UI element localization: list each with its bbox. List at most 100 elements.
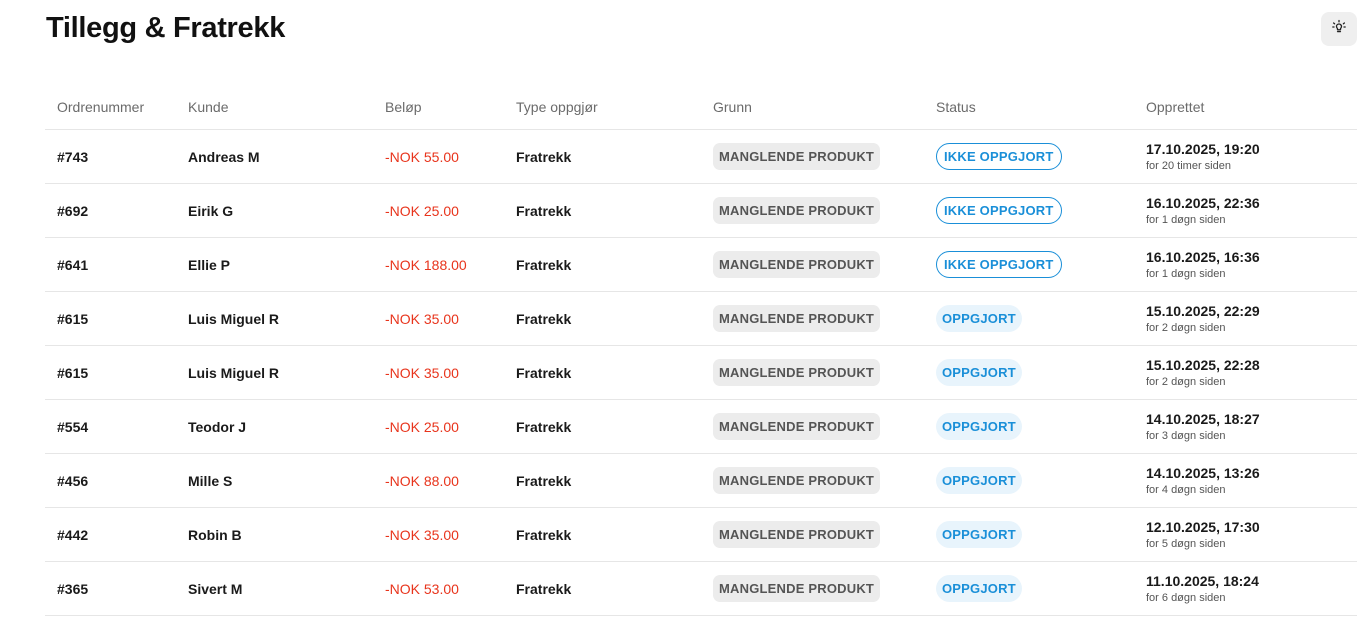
created-cell: 17.10.2025, 19:20 for 20 timer siden xyxy=(1146,130,1260,183)
settlement-type: Fratrekk xyxy=(516,202,572,219)
table-row[interactable]: #554 Teodor J -NOK 25.00 Fratrekk MANGLENDE … xyxy=(45,400,1357,454)
status-badge: IKKE OPPGJORT xyxy=(936,143,1062,170)
lightbulb-icon xyxy=(1331,19,1347,40)
created-cell: 12.10.2025, 17:30 for 5 døgn siden xyxy=(1146,508,1260,561)
reason-badge: MANGLENDE PRODUKT xyxy=(713,575,881,602)
customer-name: Robin B xyxy=(188,526,242,543)
order-number[interactable]: #442 xyxy=(57,508,88,561)
amount: -NOK 25.00 xyxy=(385,202,459,219)
amount: -NOK 35.00 xyxy=(385,364,459,381)
status-badge: OPPGJORT xyxy=(936,467,1022,494)
table-row[interactable]: #365 Sivert M -NOK 53.00 Fratrekk MANGLENDE … xyxy=(45,562,1357,616)
reason-badge: MANGLENDE PRODUKT xyxy=(713,413,881,440)
reason-cell: MANGLENDE PRODUKT xyxy=(713,130,881,183)
reason-cell: MANGLENDE PRODUKT xyxy=(713,454,881,507)
table-row[interactable]: #692 Eirik G -NOK 25.00 Fratrekk MANGLENDE P… xyxy=(45,184,1357,238)
status-cell: IKKE OPPGJORT xyxy=(936,184,1062,237)
created-cell: 16.10.2025, 16:36 for 1 døgn siden xyxy=(1146,238,1260,291)
status-cell: OPPGJORT xyxy=(936,400,1022,453)
amount: -NOK 88.00 xyxy=(385,472,459,489)
reason-badge: MANGLENDE PRODUKT xyxy=(713,251,881,278)
created-relative-time: for 2 døgn siden xyxy=(1146,376,1226,388)
table-body: #743 Andreas M -NOK 55.00 Fratrekk MANGLENDE… xyxy=(45,130,1357,616)
column-header-created[interactable]: Opprettet xyxy=(1146,84,1204,129)
column-header-amount[interactable]: Beløp xyxy=(385,84,422,129)
customer-name: Eirik G xyxy=(188,202,234,219)
created-relative-time: for 4 døgn siden xyxy=(1146,484,1226,496)
order-number[interactable]: #743 xyxy=(57,130,88,183)
table-header: Ordrenummer Kunde Beløp Type oppgjør Gru… xyxy=(45,84,1357,130)
reason-cell: MANGLENDE PRODUKT xyxy=(713,184,881,237)
customer-name: Mille S xyxy=(188,472,233,489)
column-header-order[interactable]: Ordrenummer xyxy=(57,84,144,129)
customer-name: Ellie P xyxy=(188,256,231,273)
status-cell: IKKE OPPGJORT xyxy=(936,238,1062,291)
status-badge: OPPGJORT xyxy=(936,413,1022,440)
table-row[interactable]: #615 Luis Miguel R -NOK 35.00 Fratrekk MANGL… xyxy=(45,346,1357,400)
column-header-reason[interactable]: Grunn xyxy=(713,84,752,129)
reason-cell: MANGLENDE PRODUKT xyxy=(713,238,881,291)
page-title: Tillegg & Fratrekk xyxy=(46,12,286,44)
table-row[interactable]: #641 Ellie P -NOK 188.00 Fratrekk MANGLENDE … xyxy=(45,238,1357,292)
order-number[interactable]: #615 xyxy=(57,346,88,399)
table-row[interactable]: #442 Robin B -NOK 35.00 Fratrekk MANGLENDE P… xyxy=(45,508,1357,562)
created-date: 16.10.2025, 22:36 xyxy=(1146,195,1260,211)
hint-button[interactable] xyxy=(1321,12,1357,46)
status-cell: IKKE OPPGJORT xyxy=(936,130,1062,183)
amount: -NOK 25.00 xyxy=(385,418,459,435)
status-cell: OPPGJORT xyxy=(936,454,1022,507)
created-date: 11.10.2025, 18:24 xyxy=(1146,573,1259,589)
reason-badge: MANGLENDE PRODUKT xyxy=(713,467,881,494)
order-number[interactable]: #554 xyxy=(57,400,88,453)
status-cell: OPPGJORT xyxy=(936,562,1022,615)
created-date: 12.10.2025, 17:30 xyxy=(1146,519,1260,535)
column-header-status[interactable]: Status xyxy=(936,84,976,129)
reason-badge: MANGLENDE PRODUKT xyxy=(713,143,881,170)
order-number[interactable]: #641 xyxy=(57,238,88,291)
status-cell: OPPGJORT xyxy=(936,292,1022,345)
reason-cell: MANGLENDE PRODUKT xyxy=(713,562,881,615)
created-relative-time: for 6 døgn siden xyxy=(1146,592,1226,604)
table-row[interactable]: #743 Andreas M -NOK 55.00 Fratrekk MANGLENDE… xyxy=(45,130,1357,184)
order-number[interactable]: #692 xyxy=(57,184,88,237)
reason-badge: MANGLENDE PRODUKT xyxy=(713,197,881,224)
column-header-type[interactable]: Type oppgjør xyxy=(516,84,598,129)
customer-name: Teodor J xyxy=(188,418,247,435)
customer-name: Sivert M xyxy=(188,580,243,597)
settlement-type: Fratrekk xyxy=(516,472,572,489)
reason-badge: MANGLENDE PRODUKT xyxy=(713,359,881,386)
status-badge: OPPGJORT xyxy=(936,521,1022,548)
created-cell: 15.10.2025, 22:29 for 2 døgn siden xyxy=(1146,292,1260,345)
created-date: 15.10.2025, 22:29 xyxy=(1146,303,1260,319)
reason-cell: MANGLENDE PRODUKT xyxy=(713,346,881,399)
order-number[interactable]: #365 xyxy=(57,562,88,615)
status-badge: IKKE OPPGJORT xyxy=(936,251,1062,278)
column-header-customer[interactable]: Kunde xyxy=(188,84,228,129)
created-relative-time: for 2 døgn siden xyxy=(1146,322,1226,334)
created-date: 14.10.2025, 13:26 xyxy=(1146,465,1260,481)
status-cell: OPPGJORT xyxy=(936,508,1022,561)
reason-cell: MANGLENDE PRODUKT xyxy=(713,292,881,345)
table-row[interactable]: #615 Luis Miguel R -NOK 35.00 Fratrekk MANGL… xyxy=(45,292,1357,346)
table-row[interactable]: #456 Mille S -NOK 88.00 Fratrekk MANGLENDE P… xyxy=(45,454,1357,508)
settlement-type: Fratrekk xyxy=(516,580,572,597)
status-badge: OPPGJORT xyxy=(936,305,1022,332)
created-date: 17.10.2025, 19:20 xyxy=(1146,141,1260,157)
created-cell: 15.10.2025, 22:28 for 2 døgn siden xyxy=(1146,346,1260,399)
created-date: 15.10.2025, 22:28 xyxy=(1146,357,1260,373)
settlement-type: Fratrekk xyxy=(516,256,572,273)
amount: -NOK 188.00 xyxy=(385,256,467,273)
status-badge: OPPGJORT xyxy=(936,575,1022,602)
customer-name: Luis Miguel R xyxy=(188,364,279,381)
order-number[interactable]: #615 xyxy=(57,292,88,345)
order-number[interactable]: #456 xyxy=(57,454,88,507)
created-relative-time: for 3 døgn siden xyxy=(1146,430,1226,442)
created-date: 16.10.2025, 16:36 xyxy=(1146,249,1260,265)
created-cell: 14.10.2025, 13:26 for 4 døgn siden xyxy=(1146,454,1260,507)
reason-cell: MANGLENDE PRODUKT xyxy=(713,508,881,561)
customer-name: Andreas M xyxy=(188,148,260,165)
status-badge: OPPGJORT xyxy=(936,359,1022,386)
settlement-type: Fratrekk xyxy=(516,148,572,165)
settlement-type: Fratrekk xyxy=(516,364,572,381)
settlement-type: Fratrekk xyxy=(516,526,572,543)
